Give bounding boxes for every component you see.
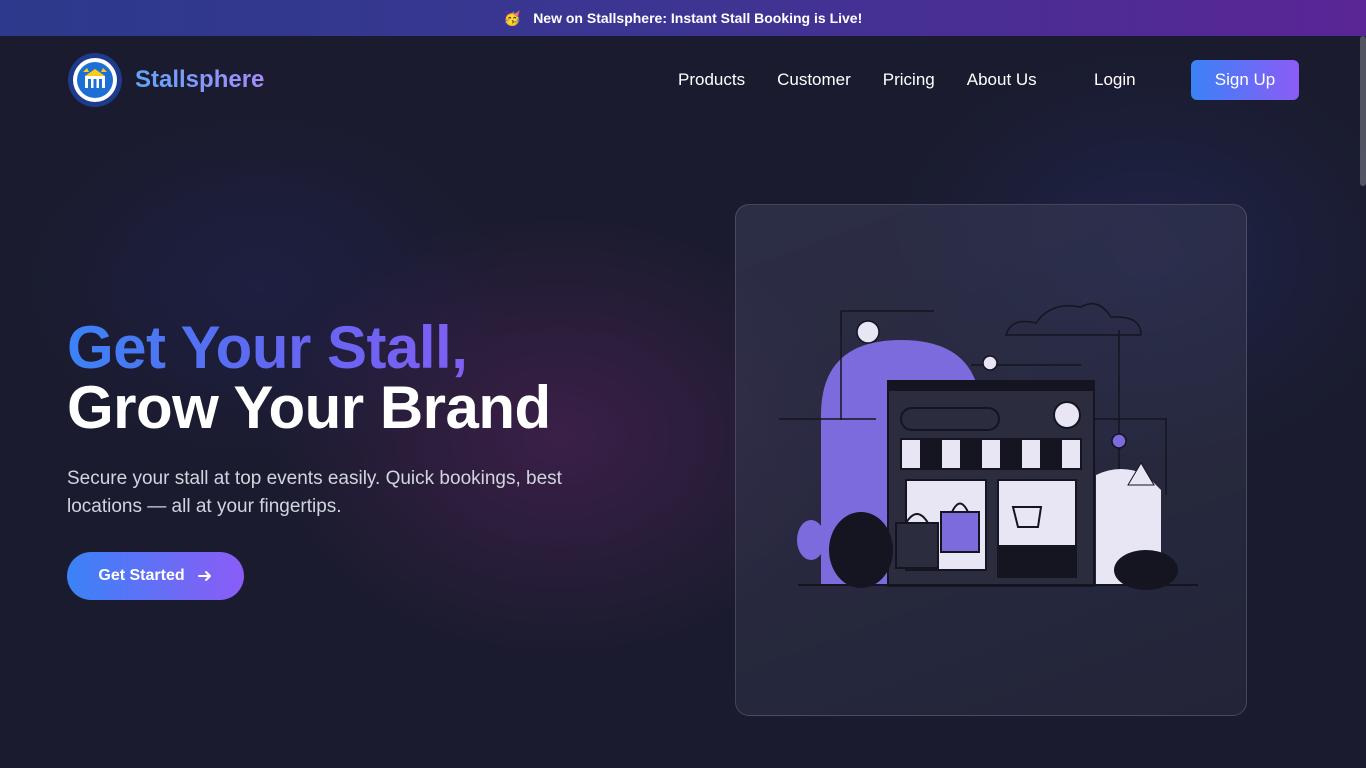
illustration-card — [735, 204, 1247, 716]
announcement-bar[interactable]: 🥳 New on Stallsphere: Instant Stall Book… — [0, 0, 1366, 36]
navbar: Stallsphere Products Customer Pricing Ab… — [0, 36, 1366, 124]
login-link[interactable]: Login — [1094, 70, 1136, 90]
brand-link[interactable]: Stallsphere — [67, 52, 264, 108]
hero-subtitle: Secure your stall at top events easily. … — [67, 468, 562, 517]
signup-button[interactable]: Sign Up — [1191, 60, 1299, 100]
hero-title-line-2: Grow Your Brand — [67, 374, 551, 441]
nav-links: Products Customer Pricing About Us — [678, 70, 1069, 90]
nav-link-pricing[interactable]: Pricing — [883, 70, 935, 90]
nav-link-customer[interactable]: Customer — [777, 70, 851, 90]
party-emoji-icon: 🥳 — [503, 9, 522, 26]
nav-link-about-us[interactable]: About Us — [967, 70, 1037, 90]
get-started-button[interactable]: Get Started — [67, 552, 244, 600]
nav-link-products[interactable]: Products — [678, 70, 745, 90]
university-seal-logo-icon — [68, 53, 122, 107]
announcement-text: New on Stallsphere: Instant Stall Bookin… — [533, 10, 863, 26]
arrow-right-icon — [197, 571, 211, 581]
hero-title-line-1: Get Your Stall, — [67, 318, 551, 378]
get-started-label: Get Started — [98, 567, 185, 584]
storefront-illustration — [779, 302, 1198, 590]
hero-title: Get Your Stall, Grow Your Brand — [67, 318, 551, 438]
brand-name: Stallsphere — [135, 66, 265, 93]
scrollbar[interactable] — [1360, 36, 1366, 186]
